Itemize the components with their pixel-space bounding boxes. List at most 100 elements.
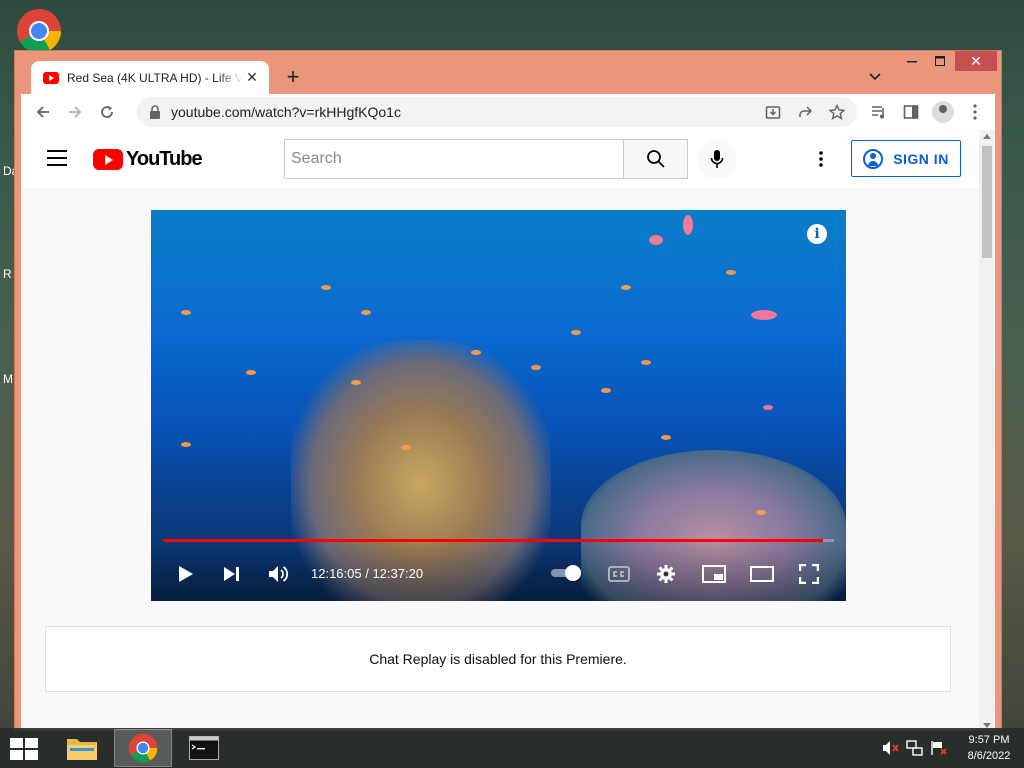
profile-avatar[interactable] <box>927 96 959 128</box>
taskbar-clock[interactable]: 9:57 PM 8/6/2022 <box>954 732 1024 764</box>
subtitles-button[interactable] <box>607 563 631 585</box>
video-player[interactable]: i 12:16:05 / 12:37:20 <box>151 210 846 601</box>
guide-menu-icon[interactable] <box>47 150 67 166</box>
video-fish <box>246 370 256 375</box>
chrome-logo-icon <box>17 9 61 53</box>
fullscreen-icon <box>799 564 819 584</box>
page-content: YouTube SIGN IN <box>21 130 995 730</box>
desktop-label-fragment: R <box>3 267 12 281</box>
theater-mode-button[interactable] <box>749 563 775 585</box>
gear-icon <box>657 565 675 583</box>
desktop-label-fragment: M <box>3 372 13 386</box>
clock-date: 8/6/2022 <box>967 750 1011 762</box>
video-fish <box>351 380 361 385</box>
sign-in-button[interactable]: SIGN IN <box>851 140 961 177</box>
chrome-logo-icon <box>128 733 158 763</box>
chat-replay-message: Chat Replay is disabled for this Premier… <box>369 651 627 667</box>
reload-icon[interactable] <box>91 96 123 128</box>
skip-next-icon <box>224 567 239 581</box>
play-button[interactable] <box>175 563 197 585</box>
miniplayer-icon <box>702 565 726 583</box>
fullscreen-button[interactable] <box>797 563 821 585</box>
chrome-desktop-icon[interactable] <box>16 8 62 54</box>
youtube-play-logo-icon <box>93 149 123 170</box>
browser-tab[interactable]: Red Sea (4K ULTRA HD) - Life Video ✕ <box>31 61 269 94</box>
settings-more-icon[interactable] <box>809 147 833 171</box>
player-controls: 12:16:05 / 12:37:20 <box>151 539 846 601</box>
progress-bar[interactable] <box>163 539 834 542</box>
youtube-logo[interactable]: YouTube <box>93 148 203 171</box>
windows-start-icon[interactable] <box>10 738 38 760</box>
install-app-icon[interactable] <box>757 96 789 128</box>
taskbar-chrome[interactable] <box>114 729 172 767</box>
video-fish <box>531 365 541 370</box>
video-fish <box>401 445 411 450</box>
video-fish <box>571 330 581 335</box>
bookmark-star-icon[interactable] <box>821 96 853 128</box>
taskbar-command-prompt[interactable] <box>175 729 233 767</box>
new-tab-button[interactable]: + <box>281 64 305 89</box>
network-icon[interactable] <box>906 739 924 757</box>
media-control-icon[interactable] <box>863 96 895 128</box>
youtube-favicon-icon <box>43 71 59 84</box>
youtube-header: YouTube SIGN IN <box>21 130 979 188</box>
system-tray: 9:57 PM 8/6/2022 <box>882 728 1024 768</box>
search-icon <box>646 150 665 168</box>
maximize-button[interactable] <box>927 51 953 71</box>
tab-search-chevron-icon[interactable] <box>863 65 887 89</box>
action-center-flag-icon[interactable] <box>930 739 948 757</box>
clock-time: 9:57 PM <box>968 734 1010 746</box>
chat-replay-panel: Chat Replay is disabled for this Premier… <box>45 626 951 692</box>
next-button[interactable] <box>221 563 243 585</box>
video-fish <box>181 442 191 447</box>
account-circle-icon <box>863 148 884 169</box>
video-fish <box>471 350 481 355</box>
info-icon[interactable]: i <box>807 224 827 244</box>
minimize-button[interactable] <box>899 51 925 71</box>
page-scrollbar[interactable] <box>979 130 995 730</box>
play-icon <box>179 566 193 582</box>
tab-strip: Red Sea (4K ULTRA HD) - Life Video ✕ + ✕ <box>15 51 1001 94</box>
youtube-logo-text: YouTube <box>126 148 203 170</box>
close-window-button[interactable]: ✕ <box>955 51 997 71</box>
microphone-icon <box>710 150 724 168</box>
volume-icon <box>269 566 288 582</box>
video-fish <box>181 310 191 315</box>
video-fish <box>361 310 371 315</box>
taskbar: 9:57 PM 8/6/2022 <box>0 728 1024 768</box>
volume-muted-icon[interactable] <box>882 739 900 757</box>
miniplayer-button[interactable] <box>701 563 727 585</box>
taskbar-file-explorer[interactable] <box>53 729 111 767</box>
video-fish <box>756 510 766 515</box>
forward-arrow-icon[interactable] <box>59 96 91 128</box>
volume-button[interactable] <box>267 563 291 585</box>
search-input[interactable] <box>284 139 624 179</box>
autoplay-toggle[interactable] <box>551 565 583 581</box>
voice-search-button[interactable] <box>697 139 737 179</box>
share-icon[interactable] <box>789 96 821 128</box>
sign-in-label: SIGN IN <box>893 150 949 167</box>
back-arrow-icon[interactable] <box>27 96 59 128</box>
close-tab-icon[interactable]: ✕ <box>243 69 261 87</box>
browser-toolbar: youtube.com/watch?v=rkHHgfKQo1c <box>21 94 995 130</box>
progress-played <box>163 539 823 542</box>
lock-icon <box>150 105 160 119</box>
scrollbar-thumb[interactable] <box>982 146 992 258</box>
address-bar[interactable]: youtube.com/watch?v=rkHHgfKQo1c <box>137 97 857 127</box>
video-fish <box>321 285 331 290</box>
side-panel-icon[interactable] <box>895 96 927 128</box>
time-display: 12:16:05 / 12:37:20 <box>311 566 424 581</box>
browser-menu-icon[interactable] <box>959 96 991 128</box>
closed-captions-icon <box>608 566 630 582</box>
video-fish <box>751 310 777 320</box>
scroll-up-arrow-icon[interactable] <box>983 134 991 139</box>
browser-window: Red Sea (4K ULTRA HD) - Life Video ✕ + ✕… <box>14 50 1002 731</box>
tab-title: Red Sea (4K ULTRA HD) - Life Video <box>67 70 243 85</box>
search-button[interactable] <box>624 139 688 179</box>
video-fish <box>621 285 631 290</box>
terminal-icon <box>189 736 219 760</box>
settings-button[interactable] <box>654 563 678 585</box>
url-text: youtube.com/watch?v=rkHHgfKQo1c <box>171 104 401 120</box>
folder-icon <box>67 739 97 760</box>
avatar-icon <box>932 101 954 123</box>
